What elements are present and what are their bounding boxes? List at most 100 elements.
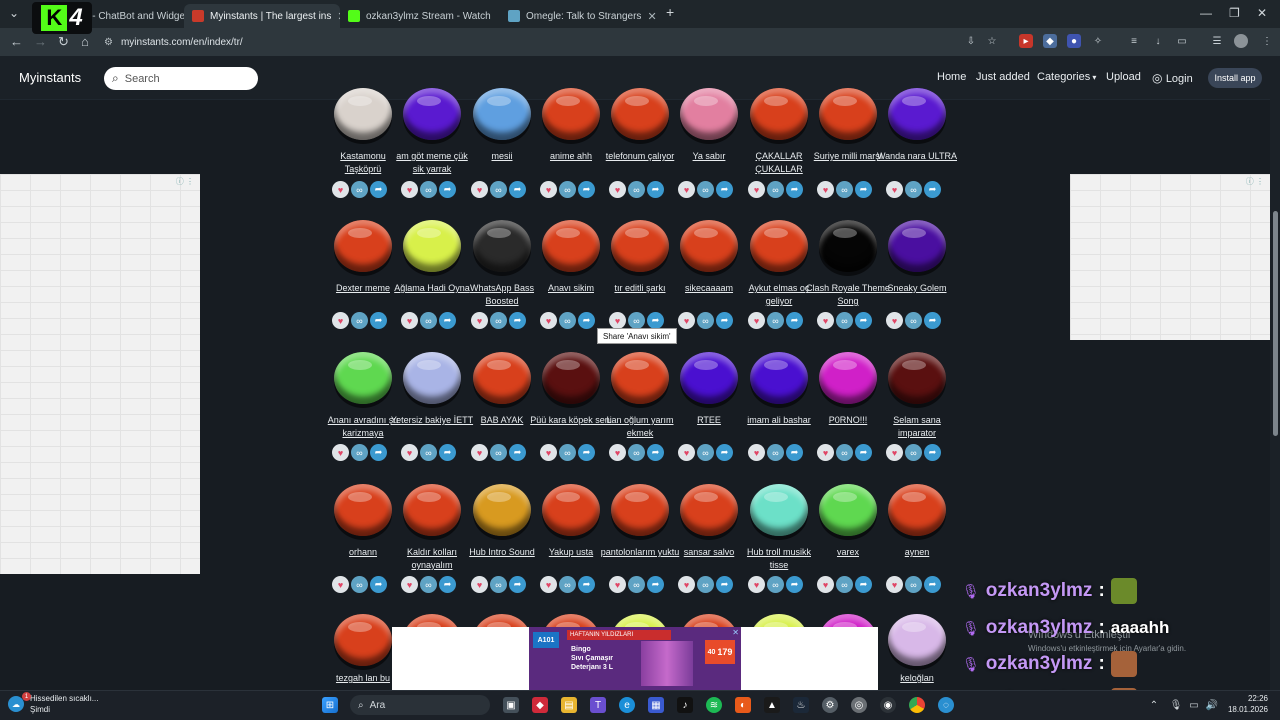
copy-link-icon[interactable]: ∞ [559,444,576,461]
share-icon[interactable]: ➦ [578,312,595,329]
share-icon[interactable]: ➦ [716,576,733,593]
home-icon[interactable]: ⌂ [81,34,89,49]
copy-link-icon[interactable]: ∞ [697,444,714,461]
copy-link-icon[interactable]: ∞ [767,312,784,329]
copy-link-icon[interactable]: ∞ [490,444,507,461]
favorite-heart-icon[interactable]: ♥ [886,181,903,198]
share-icon[interactable]: ➦ [647,576,664,593]
favorite-heart-icon[interactable]: ♥ [540,181,557,198]
microphone-icon[interactable]: 🎙 [1168,697,1184,713]
copy-link-icon[interactable]: ∞ [420,444,437,461]
nav-categories[interactable]: Categories ▾ [1037,71,1096,83]
sound-play-button[interactable] [403,220,461,272]
favorite-heart-icon[interactable]: ♥ [748,576,765,593]
share-icon[interactable]: ➦ [370,576,387,593]
network-icon[interactable]: ▭ [1186,697,1202,713]
scrollbar-thumb[interactable] [1273,211,1278,436]
favorite-heart-icon[interactable]: ♥ [678,444,695,461]
edge-icon[interactable]: e [619,697,635,713]
favorite-heart-icon[interactable]: ♥ [401,312,418,329]
copy-link-icon[interactable]: ∞ [905,312,922,329]
favorite-heart-icon[interactable]: ♥ [401,576,418,593]
url-field[interactable]: ⚙ myinstants.com/en/index/tr/ [104,32,1004,53]
sound-label[interactable]: Wanda nara ULTRA [875,150,959,163]
sound-play-button[interactable] [611,352,669,404]
favorite-heart-icon[interactable]: ♥ [748,312,765,329]
copy-link-icon[interactable]: ∞ [836,576,853,593]
windows-start-icon[interactable]: ⊞ [322,697,338,713]
favorite-heart-icon[interactable]: ♥ [471,181,488,198]
sound-label[interactable]: Sneaky Golem [875,282,959,295]
favorite-heart-icon[interactable]: ♥ [332,181,349,198]
copy-link-icon[interactable]: ∞ [767,576,784,593]
share-icon[interactable]: ➦ [924,312,941,329]
share-icon[interactable]: ➦ [786,576,803,593]
favorite-heart-icon[interactable]: ♥ [540,576,557,593]
favorite-heart-icon[interactable]: ♥ [609,312,626,329]
nav-home[interactable]: Home [937,71,966,83]
share-icon[interactable]: ➦ [370,312,387,329]
sound-play-button[interactable] [888,484,946,536]
favorite-heart-icon[interactable]: ♥ [540,444,557,461]
copy-link-icon[interactable]: ∞ [490,312,507,329]
sound-play-button[interactable] [750,88,808,140]
favorite-heart-icon[interactable]: ♥ [817,312,834,329]
share-icon[interactable]: ➦ [924,576,941,593]
sound-label[interactable]: Selam sana imparator [875,414,959,440]
spotify-icon[interactable]: ≋ [706,697,722,713]
steam-icon[interactable]: ♨ [793,697,809,713]
sound-play-button[interactable] [334,484,392,536]
share-icon[interactable]: ➦ [716,444,733,461]
a101-ad-creative[interactable]: A101 HAFTANIN YILDIZLARI Bingo Sıvı Çama… [529,627,741,690]
copy-link-icon[interactable]: ∞ [836,181,853,198]
sound-play-button[interactable] [680,484,738,536]
sound-play-button[interactable] [611,220,669,272]
left-ad-banner[interactable]: ⓘ ⋮ [0,174,200,574]
favorite-heart-icon[interactable]: ♥ [886,312,903,329]
browser-tab[interactable]: ozkan3ylmz Stream - Watch ✕ [340,4,498,28]
sound-play-button[interactable] [334,220,392,272]
ad-info-icon[interactable]: ⓘ ⋮ [176,176,194,187]
favorite-heart-icon[interactable]: ♥ [332,312,349,329]
chrome-icon[interactable] [909,697,925,713]
favorite-heart-icon[interactable]: ♥ [748,181,765,198]
copy-link-icon[interactable]: ∞ [628,312,645,329]
tab-search-icon[interactable]: ⌄ [9,6,19,20]
share-icon[interactable]: ➦ [439,444,456,461]
right-ad-banner[interactable]: ⓘ ⋮ [1070,174,1270,340]
sound-play-button[interactable] [819,352,877,404]
share-icon[interactable]: ➦ [855,312,872,329]
extension-shield-icon[interactable]: ◆ [1043,34,1057,48]
cast-icon[interactable]: ▭ [1175,34,1189,48]
favorite-heart-icon[interactable]: ♥ [817,181,834,198]
favorite-heart-icon[interactable]: ♥ [678,576,695,593]
sound-play-button[interactable] [334,352,392,404]
nav-login[interactable]: ◎ Login [1152,71,1193,85]
copy-link-icon[interactable]: ∞ [351,312,368,329]
share-icon[interactable]: ➦ [924,181,941,198]
tab-close-icon[interactable]: ✕ [497,10,498,23]
task-view-icon[interactable]: ▣ [503,697,519,713]
share-icon[interactable]: ➦ [370,444,387,461]
site-logo[interactable]: Myinstants [19,70,81,85]
sound-play-button[interactable] [473,352,531,404]
tab-close-icon[interactable]: ✕ [647,10,656,23]
share-icon[interactable]: ➦ [370,181,387,198]
sound-play-button[interactable] [750,484,808,536]
favorite-heart-icon[interactable]: ♥ [471,312,488,329]
sidebar-icon[interactable]: ☰ [1210,34,1224,48]
sound-play-button[interactable] [542,352,600,404]
sound-play-button[interactable] [680,220,738,272]
sound-play-button[interactable] [473,88,531,140]
reload-icon[interactable]: ↻ [58,34,69,50]
sound-play-button[interactable] [473,484,531,536]
share-icon[interactable]: ➦ [924,444,941,461]
share-icon[interactable]: ➦ [647,312,664,329]
teams-icon[interactable]: T [590,697,606,713]
volume-icon[interactable]: 🔊 [1204,697,1220,713]
share-icon[interactable]: ➦ [855,181,872,198]
tiktok-icon[interactable]: ♪ [677,697,693,713]
sound-play-button[interactable] [334,88,392,140]
sound-label[interactable]: keloğlan [875,672,959,685]
sound-play-button[interactable] [403,484,461,536]
